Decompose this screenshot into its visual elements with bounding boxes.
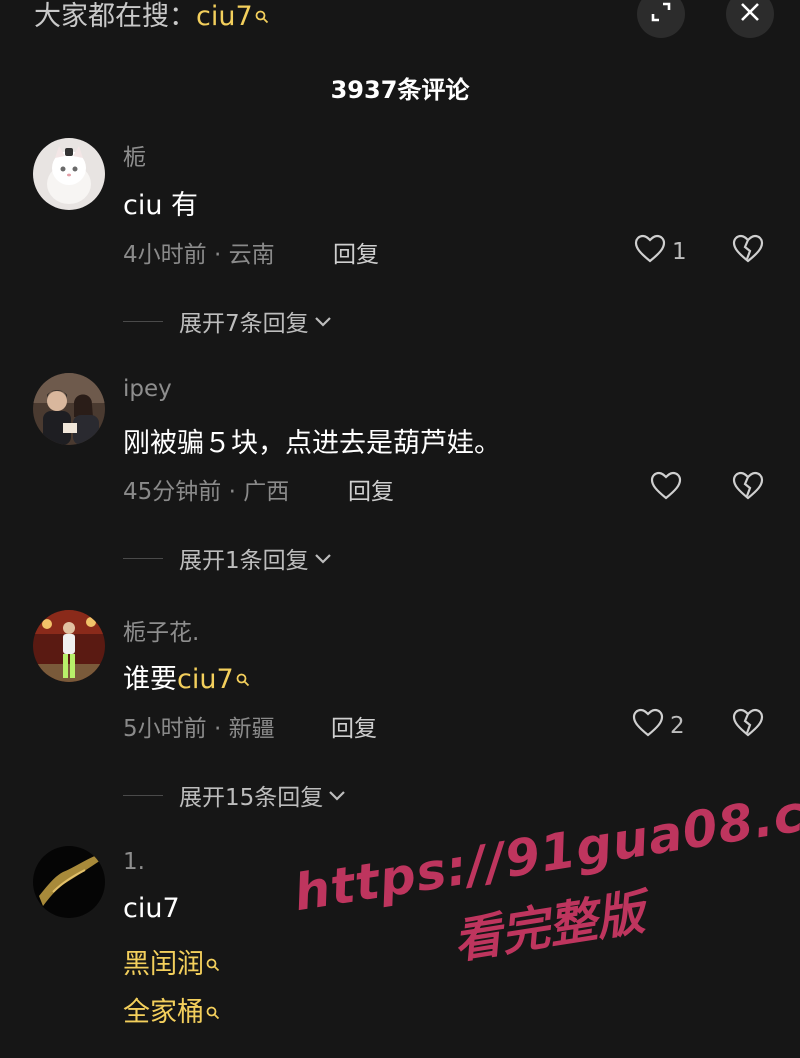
comment-meta: 5小时前 · 新疆 xyxy=(123,716,275,742)
broken-heart-icon xyxy=(732,234,764,268)
expand-icon xyxy=(649,0,673,28)
like-count: 2 xyxy=(670,713,685,739)
top-bar: 大家都在搜：ciu7 xyxy=(0,0,800,40)
comment-meta: 45分钟前 · 广西 xyxy=(123,479,290,505)
watermark-url: https://91gua08.com xyxy=(290,770,800,923)
like-button[interactable]: 2 xyxy=(632,708,685,744)
chevron-down-icon xyxy=(309,545,333,571)
comment-text: ciu 有 xyxy=(123,190,199,221)
heart-icon xyxy=(634,234,666,270)
close-button[interactable] xyxy=(726,0,774,38)
avatar[interactable] xyxy=(33,846,105,918)
dislike-button[interactable] xyxy=(732,471,764,505)
reply-button[interactable]: 回复 xyxy=(333,235,379,269)
avatar[interactable] xyxy=(33,138,105,210)
avatar[interactable] xyxy=(33,610,105,682)
dislike-button[interactable] xyxy=(732,234,764,268)
search-icon xyxy=(206,996,220,1027)
search-icon xyxy=(255,0,269,31)
avatar[interactable] xyxy=(33,373,105,445)
search-suggestion-prefix: 大家都在搜： xyxy=(34,1,196,32)
comment-text: 谁要ciu7 xyxy=(123,657,250,696)
expand-replies-button[interactable]: 展开15条回复 xyxy=(123,778,347,812)
expand-replies-button[interactable]: 展开7条回复 xyxy=(123,304,333,338)
expand-replies-label: 展开15条回复 xyxy=(179,785,324,811)
heart-icon xyxy=(632,708,664,744)
expand-replies-label: 展开1条回复 xyxy=(179,548,309,574)
comment-text: 刚被骗５块，点进去是葫芦娃。 xyxy=(123,428,501,459)
comment-username[interactable]: 栀子花. xyxy=(123,613,199,647)
search-suggestion-keyword[interactable]: ciu7 xyxy=(196,1,253,32)
expand-button[interactable] xyxy=(637,0,685,38)
like-button[interactable] xyxy=(650,471,688,507)
divider-line xyxy=(123,794,163,796)
comment-text: ciu7 xyxy=(123,893,180,924)
search-suggestion[interactable]: 大家都在搜：ciu7 xyxy=(34,0,269,33)
comment-username[interactable]: 1. xyxy=(123,849,145,875)
heart-icon xyxy=(650,471,682,507)
watermark-subtitle: 看完整版 xyxy=(449,884,649,970)
bottom-edge xyxy=(0,1040,800,1058)
reply-button[interactable]: 回复 xyxy=(331,709,377,743)
like-button[interactable]: 1 xyxy=(634,234,687,270)
comment-text-prefix: 谁要 xyxy=(123,664,177,695)
comment-username[interactable]: 栀 xyxy=(123,138,146,172)
keyword-link[interactable]: 全家桶 xyxy=(123,990,220,1029)
reply-button[interactable]: 回复 xyxy=(348,472,394,506)
dislike-button[interactable] xyxy=(732,708,764,742)
chevron-down-icon xyxy=(309,308,333,334)
comment-meta: 4小时前 · 云南 xyxy=(123,242,275,268)
search-icon xyxy=(236,663,250,694)
keyword-link-text: 全家桶 xyxy=(123,997,204,1028)
like-count: 1 xyxy=(672,239,687,265)
watermark: https://91gua08.com 看完整版 xyxy=(290,770,800,1053)
close-icon xyxy=(738,0,762,28)
search-icon xyxy=(206,948,220,979)
comment-keyword-link[interactable]: ciu7 xyxy=(177,664,234,695)
broken-heart-icon xyxy=(732,708,764,742)
divider-line xyxy=(123,557,163,559)
comment-count-title: 3937条评论 xyxy=(330,76,470,104)
broken-heart-icon xyxy=(732,471,764,505)
comment-username[interactable]: ipey xyxy=(123,376,172,402)
expand-replies-label: 展开7条回复 xyxy=(179,311,309,337)
keyword-link[interactable]: 黑闰润 xyxy=(123,942,220,981)
chevron-down-icon xyxy=(323,782,347,808)
expand-replies-button[interactable]: 展开1条回复 xyxy=(123,541,333,575)
keyword-link-text: 黑闰润 xyxy=(123,949,204,980)
divider-line xyxy=(123,320,163,322)
